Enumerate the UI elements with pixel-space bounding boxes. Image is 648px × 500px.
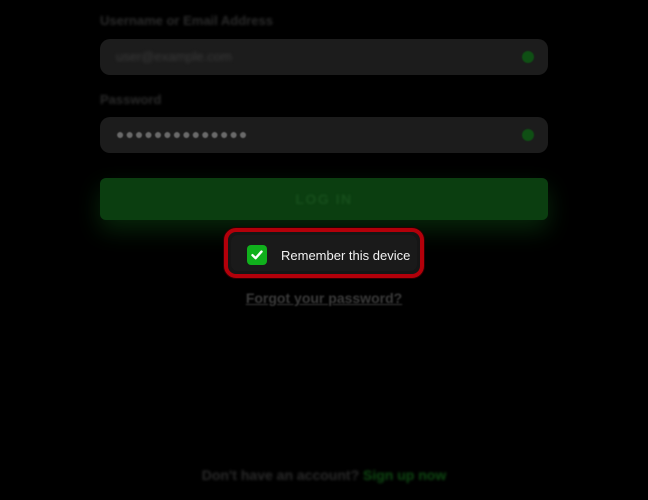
password-value: ●●●●●●●●●●●●●● [116,126,249,142]
forgot-password-link[interactable]: Forgot your password? [0,290,648,306]
remember-device-option[interactable]: Remember this device [231,235,417,271]
signup-row: Don't have an account? Sign up now [0,467,648,483]
username-value: user@example.com [116,49,232,64]
status-dot-icon [522,129,534,141]
login-button[interactable]: LOG IN [100,178,548,220]
password-field[interactable]: ●●●●●●●●●●●●●● [100,117,548,153]
remember-device-label: Remember this device [281,248,411,263]
password-label: Password [100,92,162,107]
login-button-label: LOG IN [295,191,353,207]
username-label: Username or Email Address [100,13,273,28]
status-dot-icon [522,51,534,63]
signup-link[interactable]: Sign up now [363,467,446,483]
no-account-text: Don't have an account? [201,467,360,483]
username-field[interactable]: user@example.com [100,39,548,75]
login-page: Username or Email Address user@example.c… [0,0,648,500]
remember-device-checkbox[interactable] [247,245,267,265]
checkmark-icon [251,250,263,260]
remember-device-highlight: Remember this device [224,228,424,278]
